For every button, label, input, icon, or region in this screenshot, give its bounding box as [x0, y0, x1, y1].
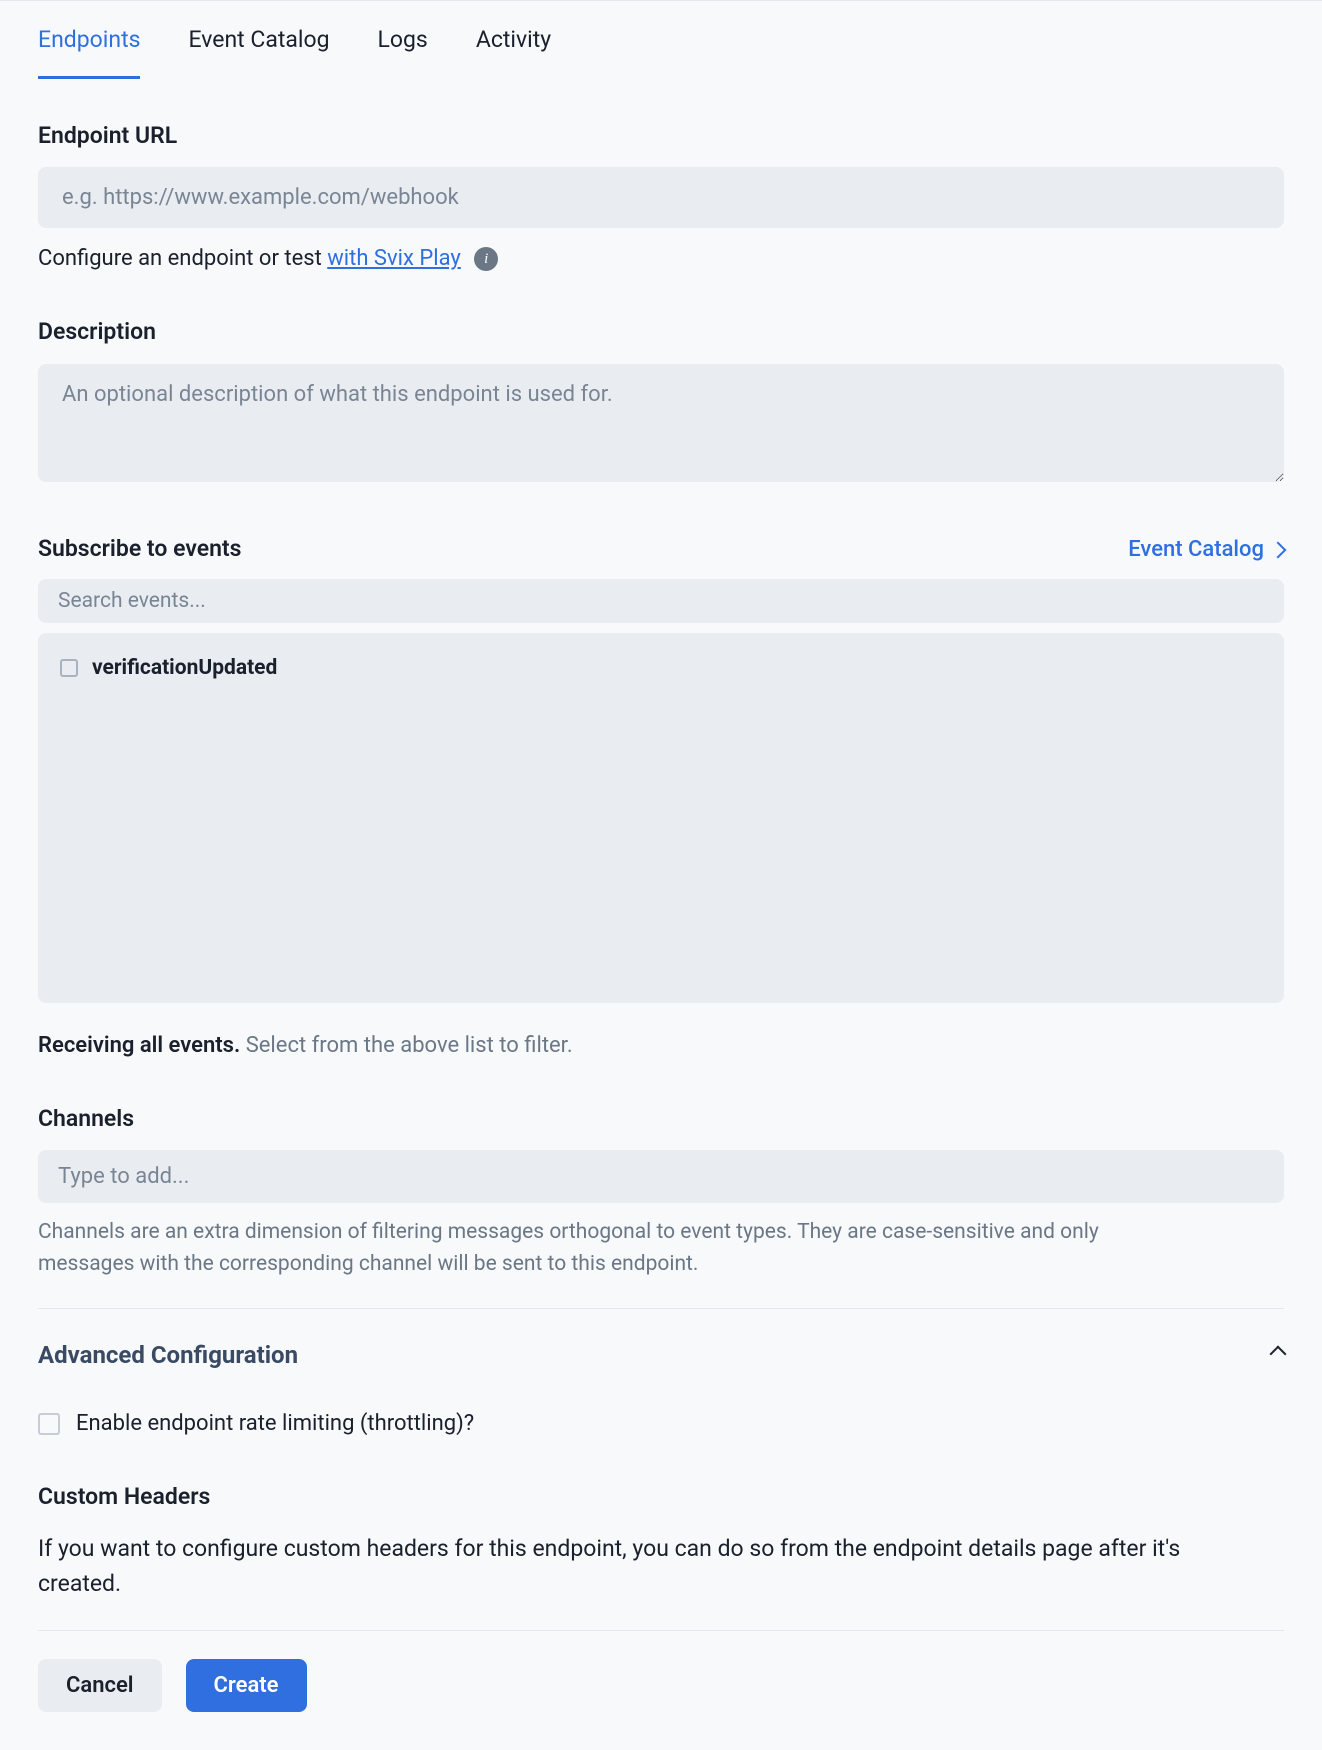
events-search-input[interactable] — [38, 579, 1284, 623]
channels-input[interactable] — [38, 1150, 1284, 1203]
chevron-right-icon — [1272, 533, 1284, 566]
tab-activity[interactable]: Activity — [476, 23, 551, 79]
events-list: verificationUpdated — [38, 633, 1284, 1003]
custom-headers-title: Custom Headers — [38, 1480, 1284, 1515]
events-label: Subscribe to events — [38, 532, 241, 567]
endpoint-url-section: Endpoint URL Configure an endpoint or te… — [38, 119, 1284, 276]
advanced-toggle[interactable]: Advanced Configuration — [38, 1337, 1284, 1373]
event-catalog-link-text: Event Catalog — [1128, 533, 1264, 566]
tab-endpoints[interactable]: Endpoints — [38, 23, 140, 79]
chevron-up-icon — [1272, 1339, 1284, 1371]
advanced-section: Advanced Configuration Enable endpoint r… — [38, 1337, 1284, 1602]
endpoint-url-helper-text: Configure an endpoint or test — [38, 246, 327, 271]
tab-logs[interactable]: Logs — [378, 23, 428, 79]
create-button[interactable]: Create — [186, 1659, 307, 1712]
svix-play-link[interactable]: with Svix Play — [327, 246, 461, 271]
event-catalog-link[interactable]: Event Catalog — [1128, 533, 1284, 566]
endpoint-url-label: Endpoint URL — [38, 119, 1284, 154]
description-section: Description — [38, 315, 1284, 492]
advanced-title: Advanced Configuration — [38, 1337, 298, 1373]
rate-limit-label: Enable endpoint rate limiting (throttlin… — [76, 1407, 474, 1440]
info-icon[interactable]: i — [474, 247, 498, 271]
divider — [38, 1630, 1284, 1631]
custom-headers-desc: If you want to configure custom headers … — [38, 1531, 1198, 1602]
cancel-button[interactable]: Cancel — [38, 1659, 162, 1712]
divider — [38, 1308, 1284, 1309]
events-status-muted: Select from the above list to filter. — [246, 1033, 573, 1058]
channels-label: Channels — [38, 1102, 1284, 1137]
event-item-verificationUpdated[interactable]: verificationUpdated — [60, 653, 1262, 685]
tab-event-catalog[interactable]: Event Catalog — [188, 23, 329, 79]
checkbox-icon[interactable] — [38, 1413, 60, 1435]
tabs: Endpoints Event Catalog Logs Activity — [38, 1, 1284, 79]
events-status-strong: Receiving all events. — [38, 1033, 240, 1058]
events-status: Receiving all events. Select from the ab… — [38, 1029, 1284, 1062]
description-input[interactable] — [38, 364, 1284, 482]
event-item-label: verificationUpdated — [92, 653, 277, 685]
description-label: Description — [38, 315, 1284, 350]
channels-section: Channels Channels are an extra dimension… — [38, 1102, 1284, 1281]
endpoint-url-helper: Configure an endpoint or test with Svix … — [38, 242, 1284, 275]
form-actions: Cancel Create — [38, 1659, 1284, 1712]
endpoint-url-input[interactable] — [38, 167, 1284, 228]
channels-help-text: Channels are an extra dimension of filte… — [38, 1217, 1138, 1280]
rate-limit-toggle[interactable]: Enable endpoint rate limiting (throttlin… — [38, 1407, 1284, 1440]
checkbox-icon[interactable] — [60, 659, 78, 677]
events-section: Subscribe to events Event Catalog verifi… — [38, 532, 1284, 1062]
